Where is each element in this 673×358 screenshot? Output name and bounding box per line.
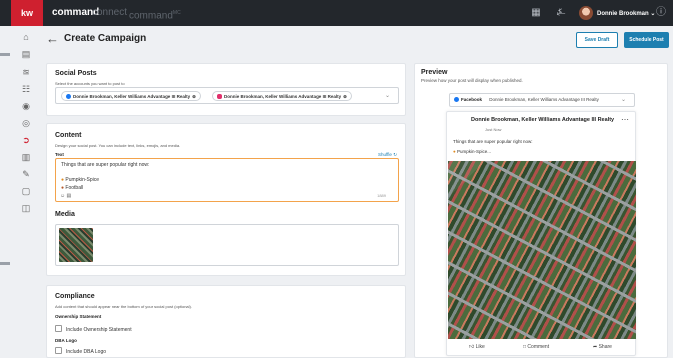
media-box[interactable] [55,224,399,266]
post-author-name: Donnie Brookman, Keller Williams Advanta… [471,117,615,123]
ownership-label: Ownership Statement [55,314,102,319]
insights-icon[interactable]: ▥ [20,151,32,163]
social-posts-title: Social Posts [55,70,97,77]
textarea-toolbar: ☺ ▤ [60,193,71,199]
compliance-title: Compliance [55,293,95,300]
text-label: Text [55,152,64,157]
grid-icon[interactable]: ▦ [530,7,542,19]
football-emoji-icon: ● [61,185,65,191]
marketing-icon[interactable]: ◎ [20,117,32,129]
preview-title: Preview [421,69,448,76]
remove-chip-icon[interactable]: ⊗ [343,94,347,99]
campaigns-icon[interactable]: ➲ [20,134,32,146]
instagram-icon [217,94,222,99]
like-label: Like [475,344,485,350]
preview-platform-select[interactable]: Facebook Donnie Brookman, Keller William… [449,93,635,107]
account-chip-label: Donnie Brookman, Keller Williams Advanta… [224,94,342,99]
dba-checkbox[interactable] [55,347,62,354]
shuffle-label: Shuffle [378,152,392,157]
account-selector[interactable]: Donnie Brookman, Keller Williams Advanta… [55,87,399,104]
platform-label: Facebook [461,97,483,102]
notes-icon[interactable]: ✎ [20,168,32,180]
pumpkin-emoji-icon: ● [61,177,65,183]
post-text: Things that are super popular right now: [453,139,533,144]
pumpkin-emoji-icon: ● [453,149,456,154]
post-image [448,161,636,339]
page-title: Create Campaign [64,33,147,44]
like-button[interactable]: 👍︎ Like [469,344,485,350]
comment-button[interactable]: □ Comment [523,344,549,350]
text-line: ● Football [61,185,83,191]
ownership-checkbox-row[interactable]: Include Ownership Statement [55,325,132,333]
thumbs-up-icon: 👍︎ [469,344,475,350]
account-chip-instagram[interactable]: Donnie Brookman, Keller Williams Advanta… [212,91,352,101]
schedule-post-button[interactable]: Schedule Post [624,32,669,48]
emoji-icon[interactable]: ☺ [60,193,65,199]
help-icon[interactable]: ⓘ [655,7,667,19]
home-icon[interactable]: ⌂ [20,31,32,43]
save-draft-button[interactable]: Save Draft [576,32,618,48]
media-thumbnail[interactable] [59,228,93,262]
character-count: 1889 [377,193,386,198]
image-icon[interactable]: ▤ [67,193,72,199]
facebook-icon [454,97,459,102]
dba-label: DBA Logo [55,338,77,343]
post-text-more-label: Pumpkin-Spice... [456,149,491,154]
media-title: Media [55,211,75,218]
tasks-icon[interactable]: ☷ [20,83,32,95]
nav-command-mc-label: command [129,10,173,22]
chevron-down-icon: ⌄ [620,97,626,103]
dba-checkbox-row[interactable]: Include DBA Logo [55,347,106,355]
mc-superscript: MC [172,10,181,16]
kw-logo[interactable]: kw [11,0,43,26]
content-title: Content [55,132,82,139]
share-icon: ➦ [593,344,598,350]
content-textarea[interactable]: Things that are super popular right now:… [55,158,399,202]
remove-chip-icon[interactable]: ⊗ [192,94,196,99]
nav-connect[interactable]: connect [92,7,127,19]
account-chip-label: Donnie Brookman, Keller Williams Advanta… [73,94,191,99]
social-posts-subtitle: Select the accounts you want to post to [55,81,125,86]
comment-icon: □ [523,344,527,350]
user-menu[interactable]: Donnie Brookman ⌄ [597,10,655,17]
dba-option-label: Include DBA Logo [66,349,107,355]
text-line-label: Pumpkin-Spice [65,177,100,183]
edge-marker [0,53,10,56]
designs-icon[interactable]: ▢ [20,185,32,197]
share-label: Share [598,344,612,350]
content-subtitle: Design your social post. You can include… [55,143,181,148]
back-arrow-icon[interactable]: ← [46,31,59,46]
text-line-label: Football [65,185,84,191]
compliance-subtitle: Add content that should appear near the … [55,304,192,309]
facebook-icon [66,94,71,99]
preview-subtitle: Preview how your post will display when … [421,78,523,83]
more-options-icon[interactable]: ⋯ [621,115,629,124]
post-text-more: ● Pumpkin-Spice... [453,149,491,154]
user-name: Donnie Brookman [597,11,649,17]
website-icon[interactable]: ◫ [20,202,32,214]
properties-icon[interactable]: ◉ [20,100,32,112]
comment-label: Comment [527,344,550,350]
opportunities-icon[interactable]: ≊ [20,66,32,78]
bell-icon[interactable]: ⍼ [555,7,567,19]
text-line: Things that are super popular right now: [61,162,150,168]
preview-account-label: Donnie Brookman, Keller Williams Advanta… [489,97,599,102]
edge-marker [0,262,10,265]
text-line: ● Pumpkin-Spice [61,177,99,183]
contacts-icon[interactable]: ▤ [20,48,32,60]
nav-command-mc[interactable]: commandMC [129,7,181,22]
facebook-post-preview: Donnie Brookman, Keller Williams Advanta… [446,111,636,356]
account-chip-facebook[interactable]: Donnie Brookman, Keller Williams Advanta… [61,91,201,101]
post-time: Just Now [485,127,502,132]
ownership-option-label: Include Ownership Statement [66,327,132,333]
avatar[interactable] [579,6,593,20]
chevron-down-icon[interactable]: ⌄ [385,92,390,99]
post-actions: 👍︎ Like □ Comment ➦ Share [447,341,637,355]
ownership-checkbox[interactable] [55,325,62,332]
share-button[interactable]: ➦ Share [593,344,612,350]
top-bar: kw command connect commandMC ▦ ⍼ Donnie … [0,0,673,26]
